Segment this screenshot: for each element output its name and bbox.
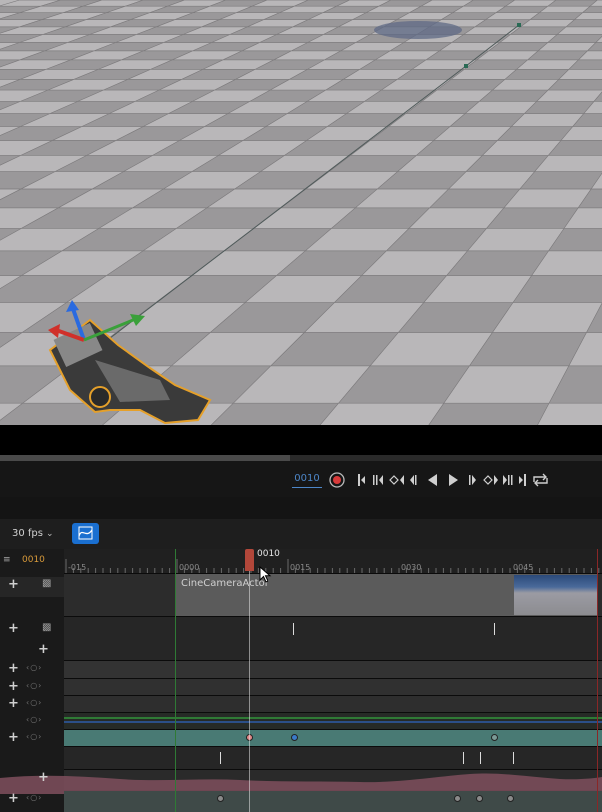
add-track-icon[interactable]: +	[8, 621, 19, 636]
key-marker[interactable]	[220, 752, 221, 764]
playhead-handle[interactable]	[245, 549, 254, 571]
add-track-icon[interactable]: +	[38, 642, 49, 657]
selected-key-track-row[interactable]	[64, 730, 602, 746]
key-nav-icon[interactable]: ‹○›	[26, 715, 42, 724]
property-track-row[interactable]	[64, 696, 602, 712]
transform-track-row[interactable]	[64, 661, 602, 678]
jump-start-icon[interactable]	[358, 474, 365, 486]
bottom-key-track-row[interactable]	[64, 791, 602, 812]
record-icon[interactable]	[329, 472, 345, 488]
keyframe[interactable]	[291, 734, 298, 741]
fps-selector-label[interactable]: 30 fps	[12, 526, 43, 542]
level-viewport[interactable]	[0, 0, 602, 425]
camera-icon[interactable]: ▩	[42, 578, 51, 589]
jump-end-icon[interactable]	[519, 474, 526, 486]
ruler-tick-label: 0045	[513, 563, 534, 572]
curve-line-blue	[64, 721, 602, 723]
key-marker[interactable]	[293, 623, 294, 635]
sequencer-header	[0, 497, 602, 519]
next-frame-icon[interactable]	[469, 475, 476, 485]
event-track-row[interactable]	[64, 747, 602, 769]
chevron-down-icon[interactable]: ⌄	[46, 526, 54, 542]
key-nav-icon[interactable]: ‹○›	[26, 663, 42, 672]
key-nav-icon[interactable]: ‹○›	[26, 793, 42, 802]
filter-icon[interactable]: ≡	[3, 555, 13, 565]
camera-cuts-row[interactable]	[64, 617, 602, 660]
camera-icon[interactable]: ▩	[42, 622, 51, 633]
curve-line-green	[64, 717, 602, 719]
checker-floor	[0, 0, 602, 425]
playback-end-marker[interactable]	[597, 549, 598, 812]
step-back-icon[interactable]	[410, 475, 417, 485]
camera-thumbnail	[514, 575, 597, 615]
ruler-tick-label: 0030	[401, 563, 422, 572]
key-nav-icon[interactable]: ‹○›	[26, 681, 42, 690]
keyframe[interactable]	[476, 795, 483, 802]
current-frame-label[interactable]: 0010	[22, 555, 45, 565]
curve-editor-button[interactable]	[72, 523, 99, 544]
ruler-tick-label: 0015	[290, 563, 311, 572]
add-key-icon[interactable]: +	[8, 661, 19, 676]
add-key-icon[interactable]: +	[8, 730, 19, 745]
key-marker[interactable]	[480, 752, 481, 764]
viewport-divider	[0, 425, 602, 455]
key-marker[interactable]	[463, 752, 464, 764]
keyframe[interactable]	[491, 734, 498, 741]
key-marker[interactable]	[513, 752, 514, 764]
key-nav-icon[interactable]: ‹○›	[26, 732, 42, 741]
camera-section-label: CineCameraActor	[181, 578, 269, 589]
mouse-pointer-icon	[259, 566, 272, 583]
step-forward-icon[interactable]	[503, 475, 513, 485]
camera-track-header[interactable]: + ▩	[0, 577, 64, 597]
key-marker[interactable]	[494, 623, 495, 635]
current-frame-field[interactable]: 0010	[292, 471, 322, 488]
play-icon[interactable]	[449, 474, 458, 486]
add-key-icon[interactable]: +	[8, 679, 19, 694]
prev-key-icon[interactable]	[373, 475, 383, 485]
play-reverse-icon[interactable]	[428, 474, 437, 486]
keyframe[interactable]	[507, 795, 514, 802]
playhead-frame-label: 0010	[257, 549, 280, 559]
property-track-row[interactable]	[64, 679, 602, 695]
keyframe[interactable]	[217, 795, 224, 802]
add-track-icon[interactable]: +	[8, 577, 19, 592]
transport-controls	[329, 472, 548, 488]
key-nav-icon[interactable]: ‹○›	[26, 698, 42, 707]
prev-frame-icon[interactable]	[389, 475, 404, 485]
add-key-icon[interactable]: +	[8, 696, 19, 711]
playhead-line	[249, 571, 250, 812]
ruler-tick-label: 0000	[179, 563, 200, 572]
add-key-icon[interactable]: +	[8, 791, 19, 806]
add-track-icon[interactable]: +	[38, 770, 49, 785]
ruler-tick-label: -015	[68, 563, 87, 572]
next-key-icon[interactable]	[483, 475, 498, 485]
playback-start-marker[interactable]	[175, 549, 176, 812]
keyframe[interactable]	[454, 795, 461, 802]
curve-editor-icon	[78, 526, 93, 540]
loop-icon[interactable]	[533, 473, 548, 487]
